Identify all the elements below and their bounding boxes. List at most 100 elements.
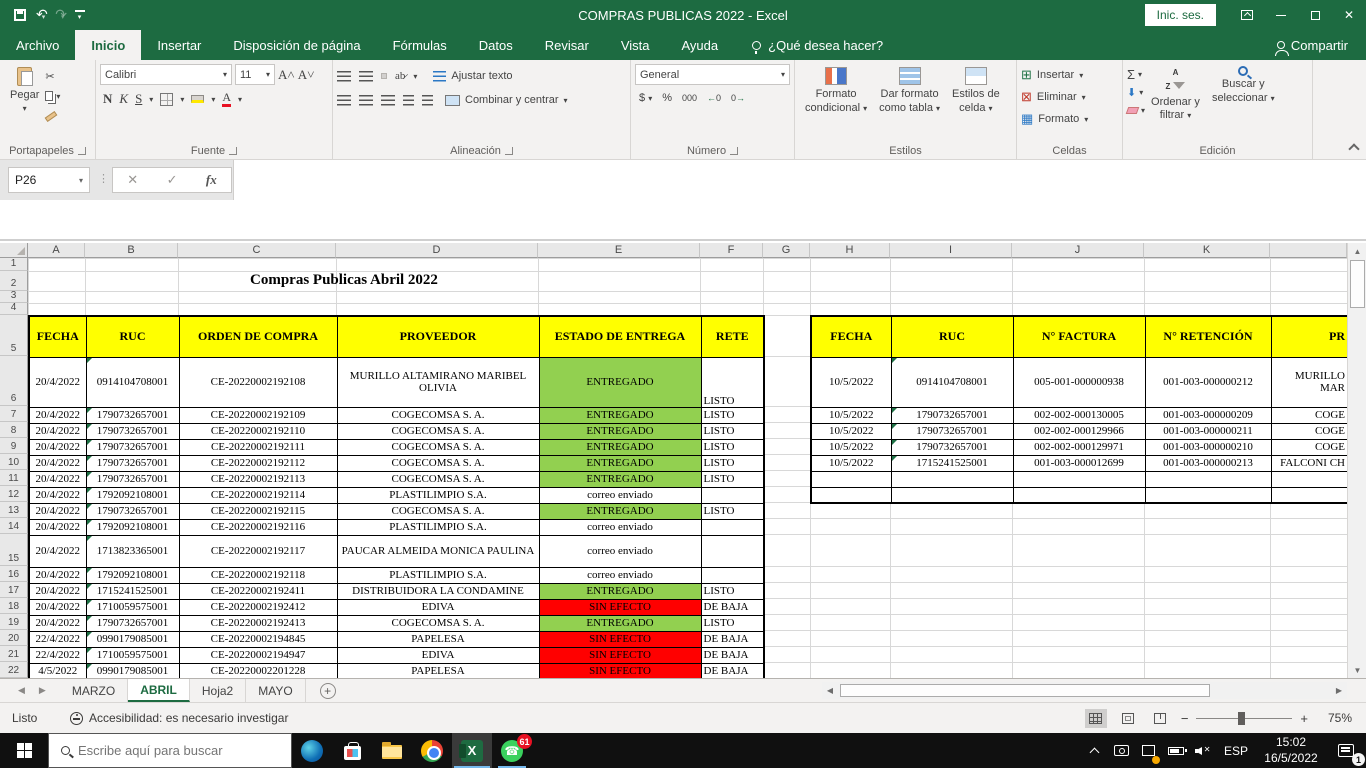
wrap-text-button[interactable]: Ajustar texto: [433, 70, 512, 82]
start-button[interactable]: [0, 733, 48, 768]
share-button[interactable]: Compartir: [1277, 30, 1366, 60]
increase-font-icon[interactable]: A˄: [278, 67, 295, 83]
cell-H9[interactable]: 10/5/2022: [811, 439, 891, 455]
cell-B22[interactable]: 0990179085001: [86, 663, 179, 678]
cell-C7[interactable]: CE-20220002192109: [179, 407, 337, 423]
conditional-formatting-button[interactable]: Formatocondicional ▾: [799, 64, 873, 141]
cell-E17[interactable]: ENTREGADO: [539, 583, 701, 599]
sign-in-button[interactable]: Inic. ses.: [1145, 4, 1216, 26]
cell-E12[interactable]: correo enviado: [539, 487, 701, 503]
insert-cells-button[interactable]: ⊞Insertar▾: [1021, 64, 1118, 86]
next-sheet-icon[interactable]: ▶: [39, 685, 46, 696]
cell-C12[interactable]: CE-20220002192114: [179, 487, 337, 503]
format-cells-button[interactable]: ▦Formato▾: [1021, 108, 1118, 130]
cell-B12[interactable]: 1792092108001: [86, 487, 179, 503]
normal-view-button[interactable]: [1085, 709, 1107, 728]
cell-J9[interactable]: 002-002-000129971: [1013, 439, 1145, 455]
cell-F20[interactable]: DE BAJA: [701, 631, 764, 647]
row-header-6[interactable]: 6: [0, 356, 28, 406]
cell-D13[interactable]: COGECOMSA S. A.: [337, 503, 539, 519]
restore-button[interactable]: [1298, 0, 1332, 30]
row-header-2[interactable]: 2: [0, 271, 28, 291]
search-input[interactable]: [78, 743, 291, 758]
clock[interactable]: 15:0216/5/2022: [1256, 735, 1326, 766]
number-format-select[interactable]: General▾: [635, 64, 790, 85]
cell-B21[interactable]: 1710059575001: [86, 647, 179, 663]
cell-C17[interactable]: CE-20220002192411: [179, 583, 337, 599]
cell-B15[interactable]: 1713823365001: [86, 535, 179, 567]
insert-function-icon[interactable]: fx: [206, 172, 217, 188]
chevron-down-icon[interactable]: ▾: [238, 95, 242, 104]
row-header-5[interactable]: 5: [0, 315, 28, 356]
cell-C10[interactable]: CE-20220002192112: [179, 455, 337, 471]
cell-C18[interactable]: CE-20220002192412: [179, 599, 337, 615]
chevron-down-icon[interactable]: ▾: [149, 95, 153, 104]
cell-J6[interactable]: 005-001-000000938: [1013, 357, 1145, 407]
cell-A9[interactable]: 20/4/2022: [29, 439, 86, 455]
cell-D18[interactable]: EDIVA: [337, 599, 539, 615]
zoom-slider-thumb[interactable]: [1238, 712, 1245, 725]
italic-button[interactable]: K: [119, 91, 128, 107]
scroll-down-icon[interactable]: ▼: [1348, 662, 1366, 678]
cell-B18[interactable]: 1710059575001: [86, 599, 179, 615]
align-middle-icon[interactable]: [359, 71, 373, 82]
cell-B14[interactable]: 1792092108001: [86, 519, 179, 535]
column-header-E[interactable]: E: [538, 243, 700, 258]
cell-E19[interactable]: ENTREGADO: [539, 615, 701, 631]
borders-icon[interactable]: [160, 93, 173, 106]
format-painter-button[interactable]: [45, 108, 60, 124]
taskbar-chrome-button[interactable]: [412, 733, 452, 768]
cell-A18[interactable]: 20/4/2022: [29, 599, 86, 615]
cell-I9[interactable]: 1790732657001: [891, 439, 1013, 455]
cell-E8[interactable]: ENTREGADO: [539, 423, 701, 439]
find-select-button[interactable]: Buscar yseleccionar ▾: [1206, 64, 1281, 141]
dialog-launcher-icon[interactable]: [730, 147, 738, 155]
taskbar-search[interactable]: [48, 733, 292, 768]
row-header-11[interactable]: 11: [0, 470, 28, 486]
cell-K11[interactable]: [1145, 471, 1271, 487]
meet-now-icon[interactable]: [1108, 733, 1135, 768]
new-sheet-button[interactable]: +: [320, 683, 336, 699]
row-header-8[interactable]: 8: [0, 422, 28, 438]
scroll-left-icon[interactable]: ◀: [822, 686, 838, 695]
format-as-table-button[interactable]: Dar formatocomo tabla ▾: [873, 64, 946, 141]
formula-input-expanded[interactable]: [0, 200, 1366, 241]
copy-button[interactable]: ▾: [45, 88, 60, 104]
dialog-launcher-icon[interactable]: [505, 147, 513, 155]
cell-F13[interactable]: LISTO: [701, 503, 764, 519]
increase-decimal-icon[interactable]: ←0: [707, 92, 721, 104]
cell-F8[interactable]: LISTO: [701, 423, 764, 439]
horizontal-scrollbar[interactable]: ◀ ▶: [822, 682, 1347, 699]
language-indicator[interactable]: ESP: [1216, 744, 1256, 758]
dialog-launcher-icon[interactable]: [229, 147, 237, 155]
cell-I8[interactable]: 1790732657001: [891, 423, 1013, 439]
show-hidden-icons-button[interactable]: [1081, 733, 1108, 768]
cell-L12[interactable]: [1271, 487, 1347, 503]
comma-format-button[interactable]: 000: [682, 93, 697, 103]
cell-F15[interactable]: [701, 535, 764, 567]
cell-F9[interactable]: LISTO: [701, 439, 764, 455]
cell-F11[interactable]: LISTO: [701, 471, 764, 487]
vertical-scrollbar-thumb[interactable]: [1350, 260, 1365, 308]
cell-H7[interactable]: 10/5/2022: [811, 407, 891, 423]
row-header-19[interactable]: 19: [0, 614, 28, 630]
row-header-9[interactable]: 9: [0, 438, 28, 454]
font-size-select[interactable]: 11▾: [235, 64, 275, 85]
ribbon-tab-vista[interactable]: Vista: [605, 30, 666, 60]
scroll-up-icon[interactable]: ▲: [1348, 243, 1366, 259]
cell-C11[interactable]: CE-20220002192113: [179, 471, 337, 487]
row-header-14[interactable]: 14: [0, 518, 28, 534]
select-all-corner[interactable]: [0, 243, 28, 258]
cell-D15[interactable]: PAUCAR ALMEIDA MONICA PAULINA: [337, 535, 539, 567]
sheet-tab-marzo[interactable]: MARZO: [60, 679, 128, 702]
cell-L9[interactable]: COGE: [1271, 439, 1347, 455]
align-center-icon[interactable]: [359, 95, 373, 106]
cell-styles-button[interactable]: Estilos decelda ▾: [946, 64, 1006, 141]
ribbon-tab-revisar[interactable]: Revisar: [529, 30, 605, 60]
close-button[interactable]: ✕: [1332, 0, 1366, 30]
cell-E11[interactable]: ENTREGADO: [539, 471, 701, 487]
fill-color-icon[interactable]: [191, 95, 204, 103]
cell-E14[interactable]: correo enviado: [539, 519, 701, 535]
align-left-icon[interactable]: [337, 95, 351, 106]
cell-E18[interactable]: SIN EFECTO: [539, 599, 701, 615]
